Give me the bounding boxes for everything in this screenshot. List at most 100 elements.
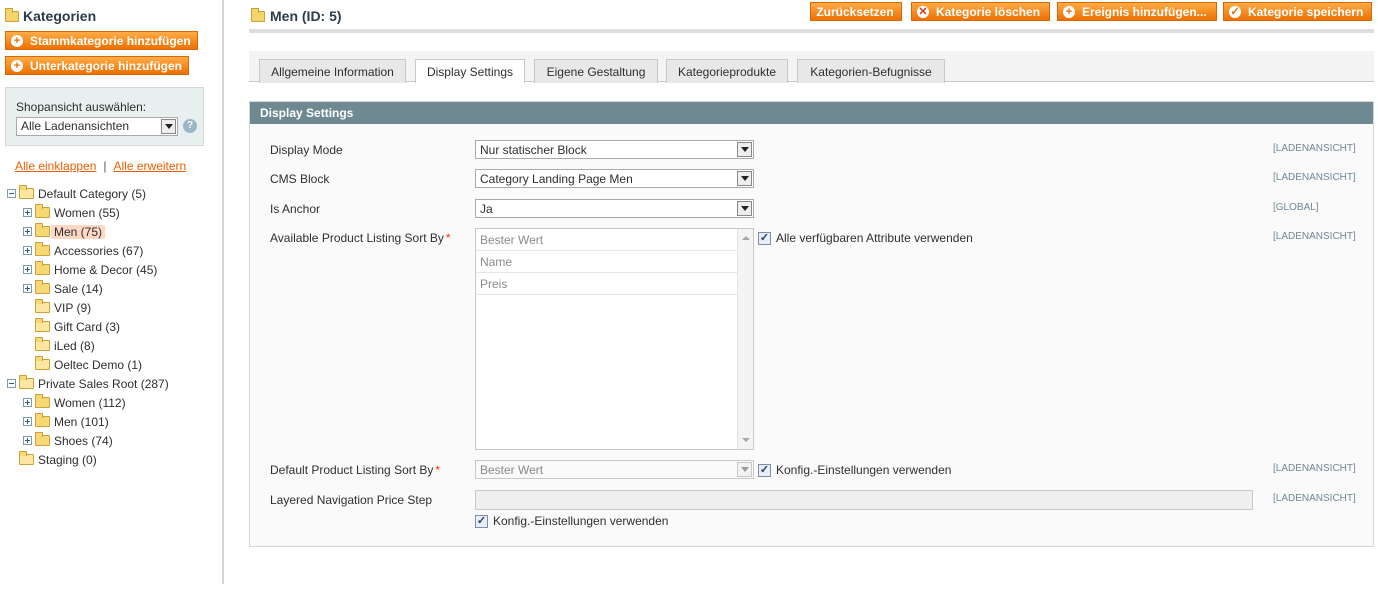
collapse-minus-icon[interactable] — [7, 189, 16, 198]
checkmark-icon: ✓ — [1229, 5, 1241, 18]
sort-option[interactable]: Bester Wert — [476, 229, 738, 251]
folder-open-icon — [35, 337, 50, 351]
is-anchor-label: Is Anchor — [270, 202, 321, 216]
help-icon[interactable]: ? — [183, 119, 197, 133]
expand-plus-icon[interactable] — [23, 208, 32, 217]
tree-node[interactable]: Men (75) — [23, 222, 106, 241]
tree-node-label[interactable]: Women (55) — [54, 206, 120, 220]
cms-block-select[interactable]: Category Landing Page Men — [475, 169, 754, 188]
default-sort-select[interactable]: Bester Wert — [475, 460, 754, 479]
tree-node[interactable]: Private Sales Root (287) — [7, 374, 169, 393]
price-step-input[interactable] — [475, 490, 1253, 510]
tree-node-label[interactable]: Gift Card (3) — [54, 320, 120, 334]
tab-label: Kategorieprodukte — [677, 64, 777, 79]
tab-bar: Allgemeine Information Display Settings … — [249, 51, 1374, 83]
tree-node[interactable]: Gift Card (3) — [23, 317, 120, 336]
checkbox-checked-icon[interactable]: ✓ — [758, 231, 771, 245]
dropdown-arrow-icon — [737, 171, 752, 186]
save-category-label: Kategorie speichern — [1248, 4, 1364, 19]
collapse-all-link[interactable]: Alle einklappen — [15, 159, 96, 173]
collapse-minus-icon[interactable] — [7, 379, 16, 388]
tree-node-label[interactable]: Staging (0) — [38, 453, 97, 467]
use-all-attributes-checkbox[interactable]: ✓ Alle verfügbaren Attribute verwenden — [758, 231, 973, 245]
tab-label: Kategorien-Befugnisse — [810, 64, 932, 79]
tree-node[interactable]: Men (101) — [23, 412, 109, 431]
sort-option[interactable]: Name — [476, 251, 738, 273]
tab-custom-design[interactable]: Eigene Gestaltung — [534, 59, 658, 83]
folder-icon — [35, 223, 50, 237]
default-sort-use-config-checkbox[interactable]: ✓ Konfig.-Einstellungen verwenden — [758, 463, 951, 477]
add-event-label: Ereignis hinzufügen... — [1082, 4, 1207, 19]
tree-node[interactable]: Accessories (67) — [23, 241, 143, 260]
scroll-down-icon[interactable] — [742, 438, 750, 442]
add-root-category-button[interactable]: + Stammkategorie hinzufügen — [5, 31, 198, 50]
folder-icon — [35, 261, 50, 275]
tree-node[interactable]: Staging (0) — [7, 450, 97, 469]
add-subcategory-label: Unterkategorie hinzufügen — [30, 58, 183, 73]
panel-header: Display Settings — [250, 102, 1373, 124]
display-mode-label: Display Mode — [270, 143, 343, 157]
expand-plus-icon[interactable] — [23, 436, 32, 445]
delete-category-button[interactable]: ✕ Kategorie löschen — [911, 2, 1050, 21]
store-switcher-label: Shopansicht auswählen: — [16, 100, 147, 114]
reset-button[interactable]: Zurücksetzen — [810, 2, 902, 21]
tree-node[interactable]: iLed (8) — [23, 336, 95, 355]
delete-category-label: Kategorie löschen — [936, 4, 1041, 19]
display-mode-select[interactable]: Nur statischer Block — [475, 140, 754, 159]
cms-block-scope: [LADENANSICHT] — [1273, 172, 1356, 183]
tree-node[interactable]: Home & Decor (45) — [23, 260, 157, 279]
expand-all-link[interactable]: Alle erweitern — [114, 159, 187, 173]
save-category-button[interactable]: ✓ Kategorie speichern — [1223, 2, 1372, 21]
tab-display-settings[interactable]: Display Settings — [415, 59, 525, 83]
tree-node[interactable]: Shoes (74) — [23, 431, 113, 450]
scroll-up-icon[interactable] — [742, 236, 750, 240]
checkbox-checked-icon[interactable]: ✓ — [475, 514, 488, 528]
price-step-use-config-checkbox[interactable]: ✓ Konfig.-Einstellungen verwenden — [475, 514, 668, 528]
multiselect-scrollbar[interactable] — [737, 229, 753, 449]
tree-node[interactable]: Oeltec Demo (1) — [23, 355, 142, 374]
tree-node[interactable]: VIP (9) — [23, 298, 91, 317]
tree-node-label[interactable]: Men (75) — [51, 224, 106, 239]
tree-node-label[interactable]: Accessories (67) — [54, 244, 143, 258]
tree-node-label[interactable]: Men (101) — [54, 415, 109, 429]
tree-node[interactable]: Women (112) — [23, 393, 126, 412]
tree-node-label[interactable]: Oeltec Demo (1) — [54, 358, 142, 372]
tree-node-label[interactable]: Private Sales Root (287) — [38, 377, 169, 391]
tree-node-label[interactable]: iLed (8) — [54, 339, 95, 353]
dropdown-arrow-icon — [737, 462, 752, 477]
tree-node[interactable]: Sale (14) — [23, 279, 103, 298]
expand-plus-icon[interactable] — [23, 284, 32, 293]
sort-option[interactable]: Preis — [476, 273, 738, 295]
tree-node[interactable]: Default Category (5) — [7, 184, 146, 203]
is-anchor-select[interactable]: Ja — [475, 199, 754, 218]
tree-node[interactable]: Women (55) — [23, 203, 120, 222]
tree-node-label[interactable]: Women (112) — [54, 396, 126, 410]
checkbox-checked-icon[interactable]: ✓ — [758, 463, 771, 477]
folder-open-icon — [35, 356, 50, 370]
folder-open-icon — [19, 451, 34, 465]
add-subcategory-button[interactable]: + Unterkategorie hinzufügen — [5, 56, 189, 75]
required-mark: * — [445, 231, 451, 245]
cms-block-value: Category Landing Page Men — [480, 172, 633, 186]
add-event-button[interactable]: + Ereignis hinzufügen... — [1057, 2, 1217, 21]
delete-icon: ✕ — [917, 5, 929, 18]
available-sort-multiselect[interactable]: Bester Wert Name Preis — [475, 228, 754, 450]
expand-plus-icon[interactable] — [23, 265, 32, 274]
expand-plus-icon[interactable] — [23, 246, 32, 255]
expand-plus-icon[interactable] — [23, 227, 32, 236]
page-title: Men (ID: 5) — [251, 6, 342, 26]
store-select-value: Alle Ladenansichten — [21, 119, 130, 133]
expand-plus-icon[interactable] — [23, 417, 32, 426]
tab-category-permissions[interactable]: Kategorien-Befugnisse — [797, 59, 945, 83]
price-step-scope: [LADENANSICHT] — [1273, 493, 1356, 504]
tree-node-label[interactable]: Sale (14) — [54, 282, 103, 296]
tab-category-products[interactable]: Kategorieprodukte — [666, 59, 788, 83]
store-select[interactable]: Alle Ladenansichten — [16, 117, 178, 136]
tree-node-label[interactable]: VIP (9) — [54, 301, 91, 315]
tree-node-label[interactable]: Home & Decor (45) — [54, 263, 157, 277]
display-mode-scope: [LADENANSICHT] — [1273, 143, 1356, 154]
expand-plus-icon[interactable] — [23, 398, 32, 407]
tab-general-information[interactable]: Allgemeine Information — [259, 59, 406, 83]
tree-node-label[interactable]: Shoes (74) — [54, 434, 113, 448]
tree-node-label[interactable]: Default Category (5) — [38, 187, 146, 201]
